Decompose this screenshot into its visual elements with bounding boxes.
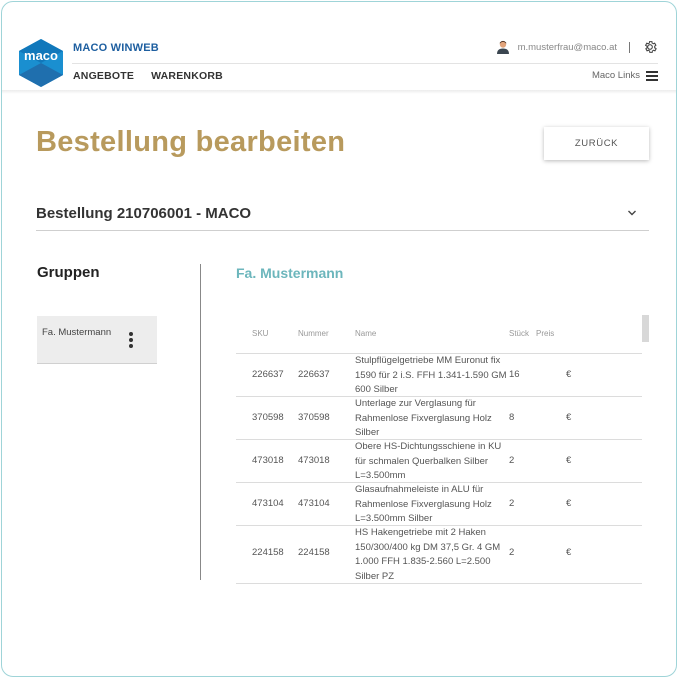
back-button[interactable]: ZURÜCK bbox=[544, 127, 649, 160]
maco-links-label: Maco Links bbox=[591, 70, 640, 81]
header-shadow bbox=[2, 90, 676, 94]
nav-warenkorb[interactable]: WARENKORB bbox=[151, 70, 223, 82]
cell-number: 473104 bbox=[298, 498, 330, 509]
user-area: m.musterfrau@maco.at bbox=[496, 39, 658, 55]
order-items-table: SKU Nummer Name Stück Preis 226637 22663… bbox=[236, 316, 642, 584]
group-item-label: Fa. Mustermann bbox=[42, 327, 112, 338]
cell-number: 473018 bbox=[298, 455, 330, 466]
main-nav: ANGEBOTE WARENKORB bbox=[73, 70, 223, 82]
page-title: Bestellung bearbeiten bbox=[36, 126, 346, 158]
cell-sku: 473018 bbox=[252, 455, 284, 466]
th-name[interactable]: Name bbox=[355, 329, 376, 338]
order-selector[interactable]: Bestellung 210706001 - MACO bbox=[36, 205, 649, 231]
maco-logo[interactable]: maco bbox=[18, 38, 64, 88]
cell-price: € bbox=[566, 369, 572, 380]
vertical-divider bbox=[200, 264, 201, 580]
app-frame: maco MACO WINWEB ANGEBOTE WARENKORB m.mu… bbox=[1, 1, 677, 677]
header-divider bbox=[72, 63, 658, 64]
cell-name: Obere HS-Dichtungsschiene in KU für schm… bbox=[355, 441, 502, 481]
cell-qty: 2 bbox=[509, 547, 515, 558]
cell-qty: 2 bbox=[509, 455, 515, 466]
table-row[interactable]: 224158 224158 HS Hakengetriebe mit 2 Hak… bbox=[236, 526, 642, 584]
table-row[interactable]: 473104 473104 Glasaufnahmeleiste in ALU … bbox=[236, 483, 642, 526]
hamburger-icon bbox=[646, 70, 658, 81]
table-scrollbar[interactable] bbox=[642, 315, 649, 342]
company-title: Fa. Mustermann bbox=[236, 265, 344, 281]
th-sku[interactable]: SKU bbox=[252, 329, 268, 338]
cell-sku: 473104 bbox=[252, 498, 284, 509]
table-row[interactable]: 226637 226637 Stulpflügelgetriebe MM Eur… bbox=[236, 354, 642, 397]
nav-angebote[interactable]: ANGEBOTE bbox=[73, 70, 134, 82]
groups-title: Gruppen bbox=[37, 264, 100, 281]
cell-name: HS Hakengetriebe mit 2 Haken 150/300/400… bbox=[355, 527, 501, 582]
table-header: SKU Nummer Name Stück Preis bbox=[236, 316, 642, 354]
gear-icon[interactable] bbox=[642, 39, 658, 55]
cell-price: € bbox=[566, 498, 572, 509]
cell-qty: 8 bbox=[509, 412, 515, 423]
cell-qty: 2 bbox=[509, 498, 515, 509]
user-icon[interactable] bbox=[496, 40, 510, 54]
table-row[interactable]: 473018 473018 Obere HS-Dichtungsschiene … bbox=[236, 440, 642, 483]
brand-name: MACO WINWEB bbox=[73, 42, 159, 54]
maco-links-menu[interactable]: Maco Links bbox=[592, 70, 658, 81]
cell-number: 226637 bbox=[298, 369, 330, 380]
cell-name: Unterlage zur Verglasung für Rahmenlose … bbox=[355, 398, 492, 438]
logo-text: maco bbox=[24, 48, 58, 63]
th-qty[interactable]: Stück bbox=[509, 329, 529, 338]
cell-price: € bbox=[566, 412, 572, 423]
cell-sku: 224158 bbox=[252, 547, 284, 558]
more-vertical-icon[interactable] bbox=[126, 332, 136, 352]
cell-price: € bbox=[566, 547, 572, 558]
th-price[interactable]: Preis bbox=[536, 329, 554, 338]
header-separator bbox=[629, 41, 630, 53]
cell-name: Glasaufnahmeleiste in ALU für Rahmenlose… bbox=[355, 484, 492, 524]
group-item[interactable]: Fa. Mustermann bbox=[37, 316, 157, 364]
cell-sku: 370598 bbox=[252, 412, 284, 423]
cell-price: € bbox=[566, 455, 572, 466]
cell-qty: 16 bbox=[509, 369, 520, 380]
chevron-down-icon[interactable] bbox=[627, 209, 637, 217]
cell-name: Stulpflügelgetriebe MM Euronut fix 1590 … bbox=[355, 355, 507, 395]
user-email[interactable]: m.musterfrau@maco.at bbox=[518, 42, 617, 53]
cell-number: 370598 bbox=[298, 412, 330, 423]
table-row[interactable]: 370598 370598 Unterlage zur Verglasung f… bbox=[236, 397, 642, 440]
cell-number: 224158 bbox=[298, 547, 330, 558]
th-number[interactable]: Nummer bbox=[298, 329, 329, 338]
order-title: Bestellung 210706001 - MACO bbox=[36, 205, 252, 222]
cell-sku: 226637 bbox=[252, 369, 284, 380]
